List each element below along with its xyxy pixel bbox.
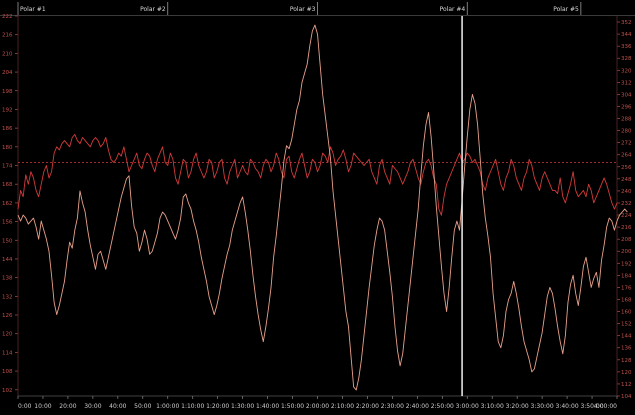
x-axis-tick-label: 3:20:00 <box>506 403 529 410</box>
x-axis-tick-label: 1:50:00 <box>281 403 304 410</box>
left-axis-tick-label: 180 <box>2 145 13 151</box>
x-axis-tick-label: 50:00 <box>134 403 151 410</box>
right-axis-tick-label: 224 <box>621 213 632 219</box>
left-axis-tick-label: 126 <box>2 313 13 319</box>
lap-marker-label: Polar #1 <box>20 6 46 13</box>
right-axis-tick-label: 232 <box>621 201 632 207</box>
right-axis-tick-label: 200 <box>621 249 632 255</box>
right-axis-tick-label: 112 <box>621 382 632 388</box>
left-axis-tick-label: 168 <box>2 182 13 188</box>
left-axis-tick-label: 192 <box>2 107 13 113</box>
x-axis-tick-label: 40:00 <box>109 403 126 410</box>
right-axis-tick-label: 272 <box>621 141 632 147</box>
right-axis-tick-label: 160 <box>621 310 632 316</box>
right-axis-tick-label: 144 <box>621 334 632 340</box>
right-axis-tick-label: 104 <box>621 394 632 400</box>
x-axis-tick-label: 1:20:00 <box>206 403 229 410</box>
right-axis-tick-label: 184 <box>621 273 632 279</box>
left-axis-tick-label: 210 <box>2 51 13 57</box>
right-axis-tick-label: 208 <box>621 237 632 243</box>
left-axis-tick-label: 186 <box>2 126 13 132</box>
right-axis-tick-label: 328 <box>621 56 632 62</box>
x-axis-tick-label: 3:10:00 <box>481 403 504 410</box>
right-axis-tick-label: 168 <box>621 297 632 303</box>
x-axis-tick-label: 10:00 <box>34 403 51 410</box>
right-axis-tick-label: 280 <box>621 129 632 135</box>
x-axis-tick-label: 2:10:00 <box>331 403 354 410</box>
x-axis-tick-label: 1:30:00 <box>231 403 254 410</box>
left-axis-tick-label: 138 <box>2 276 13 282</box>
right-axis-tick-label: 216 <box>621 225 632 231</box>
lap-marker-label: Polar #5 <box>553 6 579 13</box>
x-axis-tick-label: 1:40:00 <box>256 403 279 410</box>
right-axis-tick-label: 264 <box>621 153 632 159</box>
left-axis-tick-label: 102 <box>2 388 13 394</box>
right-axis-tick-label: 320 <box>621 68 632 74</box>
left-axis-tick-label: 114 <box>2 350 13 356</box>
right-axis-tick-label: 248 <box>621 177 632 183</box>
left-axis-tick-label: 198 <box>2 89 13 95</box>
left-axis-tick-label: 108 <box>2 369 13 375</box>
x-axis-tick-label: 3:40:00 <box>556 403 579 410</box>
right-axis-tick-label: 240 <box>621 189 632 195</box>
lap-marker-label: Polar #3 <box>290 6 316 13</box>
x-axis-tick-label: 30:00 <box>84 403 101 410</box>
left-axis-tick-label: 156 <box>2 220 13 226</box>
right-axis-tick-label: 120 <box>621 370 632 376</box>
left-axis-tick-label: 174 <box>2 164 13 170</box>
line-chart[interactable]: Polar #1 Polar #2 Polar #3 Polar #4 Polar #5… <box>0 0 635 411</box>
lap-marker-label: Polar #2 <box>140 6 166 13</box>
x-axis-tick-label: 2:00:00 <box>306 403 329 410</box>
right-axis-tick-label: 128 <box>621 358 632 364</box>
x-axis-tick-label: 2:40:00 <box>406 403 429 410</box>
right-axis-tick-label: 352 <box>621 20 632 26</box>
right-axis-tick-label: 152 <box>621 322 632 328</box>
lap-marker-label: Polar #4 <box>440 6 466 13</box>
right-axis-tick-label: 136 <box>621 346 632 352</box>
left-axis-tick-label: 162 <box>2 201 13 207</box>
left-axis-tick-label: 144 <box>2 257 13 263</box>
x-axis-tick-label: 1:10:00 <box>181 403 204 410</box>
right-axis-tick-label: 312 <box>621 80 632 86</box>
chart-window: Polar #1 Polar #2 Polar #3 Polar #4 Polar #5… <box>0 0 635 411</box>
left-axis-tick-label: 222 <box>2 14 13 20</box>
left-axis-tick-label: 216 <box>2 33 13 39</box>
right-axis-tick-label: 256 <box>621 165 632 171</box>
left-axis-tick-label: 150 <box>2 238 13 244</box>
chart-background <box>0 0 635 411</box>
right-axis-tick-label: 192 <box>621 261 632 267</box>
x-axis-tick-label: 3:00:00 <box>456 403 479 410</box>
left-axis-tick-label: 204 <box>2 70 13 76</box>
right-axis-tick-label: 288 <box>621 117 632 123</box>
x-axis-tick-label: 3:30:00 <box>531 403 554 410</box>
right-axis-tick-label: 304 <box>621 92 632 98</box>
x-axis-tick-label: 1:00:00 <box>156 403 179 410</box>
left-axis-tick-label: 132 <box>2 294 13 300</box>
x-axis-tick-label: 4:00:00 <box>594 403 617 410</box>
x-axis-tick-label: 2:20:00 <box>356 403 379 410</box>
x-axis-tick-label: 20:00 <box>59 403 76 410</box>
right-axis-tick-label: 176 <box>621 285 632 291</box>
left-axis-tick-label: 120 <box>2 332 13 338</box>
x-axis-tick-label: 2:50:00 <box>431 403 454 410</box>
x-axis-tick-label: 0:00 <box>18 403 32 410</box>
right-axis-tick-label: 296 <box>621 104 632 110</box>
right-axis-tick-label: 344 <box>621 32 632 38</box>
x-axis-tick-label: 2:30:00 <box>381 403 404 410</box>
right-axis-tick-label: 336 <box>621 44 632 50</box>
